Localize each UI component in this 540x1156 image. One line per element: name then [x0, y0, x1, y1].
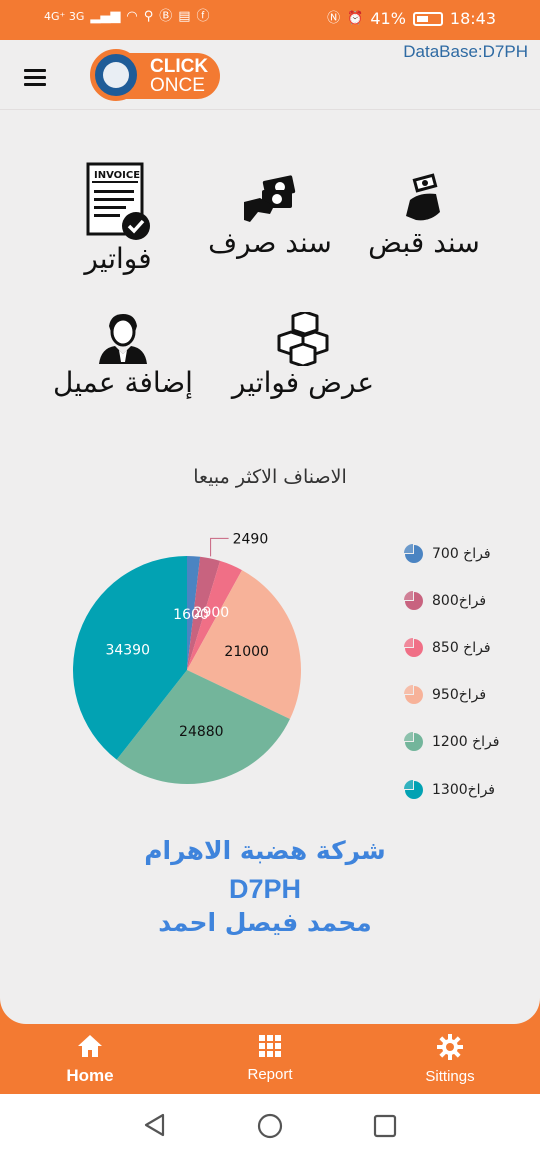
legend-label: فراخ 850	[432, 639, 491, 656]
back-icon[interactable]	[142, 1112, 168, 1138]
view-invoices-label: عرض فواتير	[231, 366, 375, 399]
status-bar: 4G⁺ 3G ▂▄▆ ◠ ⚲ Ⓑ ▤ ⓕ Ⓝ ⏰ 41% 18:43	[0, 0, 540, 40]
company-code: D7PH	[228, 874, 302, 904]
nav-home-label: Home	[66, 1066, 114, 1085]
pie-legend-icon	[404, 685, 423, 705]
legend-item: فراخ950	[404, 672, 499, 719]
news-icon: ▤	[178, 9, 191, 24]
pie-slice-value: 2490	[233, 531, 269, 547]
legend-label: فراخ950	[432, 687, 487, 704]
bitcoin-icon: Ⓑ	[159, 9, 173, 24]
chart-legend: فراخ 700 فراخ800 فراخ 850 فراخ950 فراخ 1200 ف…	[404, 530, 499, 813]
home-circle-icon[interactable]	[256, 1112, 284, 1140]
receipt-voucher-button[interactable]: سند قبض	[362, 172, 486, 259]
logo-line2: ONCE	[150, 75, 205, 96]
add-customer-button[interactable]: إضافة عميل	[48, 312, 198, 399]
boxes-icon	[277, 312, 329, 366]
content-card-edge	[0, 994, 540, 1024]
legend-label: فراخ 700	[432, 545, 491, 562]
battery-icon	[412, 11, 443, 26]
payment-voucher-label: سند صرف	[208, 226, 332, 259]
legend-label: فراخ1300	[432, 781, 495, 798]
legend-label: فراخ800	[432, 592, 487, 609]
receipt-voucher-label: سند قبض	[368, 226, 480, 259]
status-right-icons: Ⓝ ⏰ 41% 18:43	[327, 9, 496, 28]
pie-legend-icon	[404, 779, 423, 799]
user-name: محمد فيصل احمد	[158, 908, 372, 937]
database-label: DataBase:D7PH	[403, 42, 528, 61]
invoice-icon: INVOICE	[86, 162, 150, 240]
legend-item: فراخ1300	[404, 766, 499, 813]
legend-label: فراخ 1200	[432, 734, 500, 751]
pie-leader-line	[210, 537, 229, 557]
alarm-icon: ⏰	[347, 11, 364, 26]
pie-legend-icon	[404, 590, 423, 610]
pie-slice-value: 21000	[224, 644, 269, 660]
payment-voucher-button[interactable]: سند صرف	[205, 172, 335, 259]
grid-icon	[259, 1035, 281, 1057]
system-nav-bar	[0, 1094, 540, 1156]
app-logo: CLICK ONCE	[90, 47, 220, 103]
pie-slice-value: 34390	[105, 643, 150, 659]
pie-legend-icon	[404, 637, 423, 657]
nfc-icon: Ⓝ	[327, 11, 341, 26]
recents-icon[interactable]	[372, 1113, 398, 1139]
pie-chart: 160024902900210002488034390	[72, 531, 301, 784]
invoices-button[interactable]: INVOICE فواتير	[68, 162, 168, 275]
app-bar: CLICK ONCE DataBase:D7PH	[0, 40, 540, 110]
nav-home[interactable]: Home	[40, 1034, 140, 1086]
status-left-icons: 4G⁺ 3G ▂▄▆ ◠ ⚲ Ⓑ ▤ ⓕ	[44, 10, 210, 23]
nav-settings[interactable]: Sittings	[400, 1034, 500, 1085]
usb-icon: ⚲	[143, 9, 154, 24]
network-indicator: 4G⁺ 3G	[44, 10, 85, 23]
pie-slice-value: 2900	[194, 605, 230, 621]
nav-settings-label: Sittings	[425, 1068, 475, 1085]
legend-item: فراخ 850	[404, 624, 499, 671]
money-hand-icon	[406, 173, 440, 221]
invoices-label: فواتير	[84, 242, 152, 275]
pie-legend-icon	[404, 543, 423, 563]
pie-legend-icon	[404, 732, 423, 752]
home-icon	[78, 1035, 102, 1057]
nav-report[interactable]: Report	[220, 1034, 320, 1083]
pie-slice-value: 24880	[179, 724, 224, 740]
clock: 18:43	[449, 9, 496, 28]
cash-payment-icon	[244, 175, 296, 222]
nav-report-label: Report	[247, 1066, 293, 1083]
wifi-icon: ◠	[126, 9, 138, 24]
chart-title: الاصناف الاكثر مبيعا	[193, 466, 347, 488]
logo-line1: CLICK	[150, 56, 209, 77]
battery-percent: 41%	[370, 9, 406, 28]
invoice-icon-text: INVOICE	[94, 170, 140, 181]
view-invoices-button[interactable]: عرض فواتير	[228, 312, 378, 399]
gear-icon	[437, 1034, 463, 1060]
legend-item: فراخ800	[404, 577, 499, 624]
facebook-icon: ⓕ	[196, 9, 210, 24]
menu-icon[interactable]	[20, 67, 50, 87]
customer-icon	[99, 314, 147, 364]
company-name: شركة هضبة الاهرام	[144, 836, 386, 865]
signal-icon: ▂▄▆	[90, 9, 121, 24]
add-customer-label: إضافة عميل	[53, 366, 193, 399]
legend-item: فراخ 1200	[404, 719, 499, 766]
legend-item: فراخ 700	[404, 530, 499, 577]
